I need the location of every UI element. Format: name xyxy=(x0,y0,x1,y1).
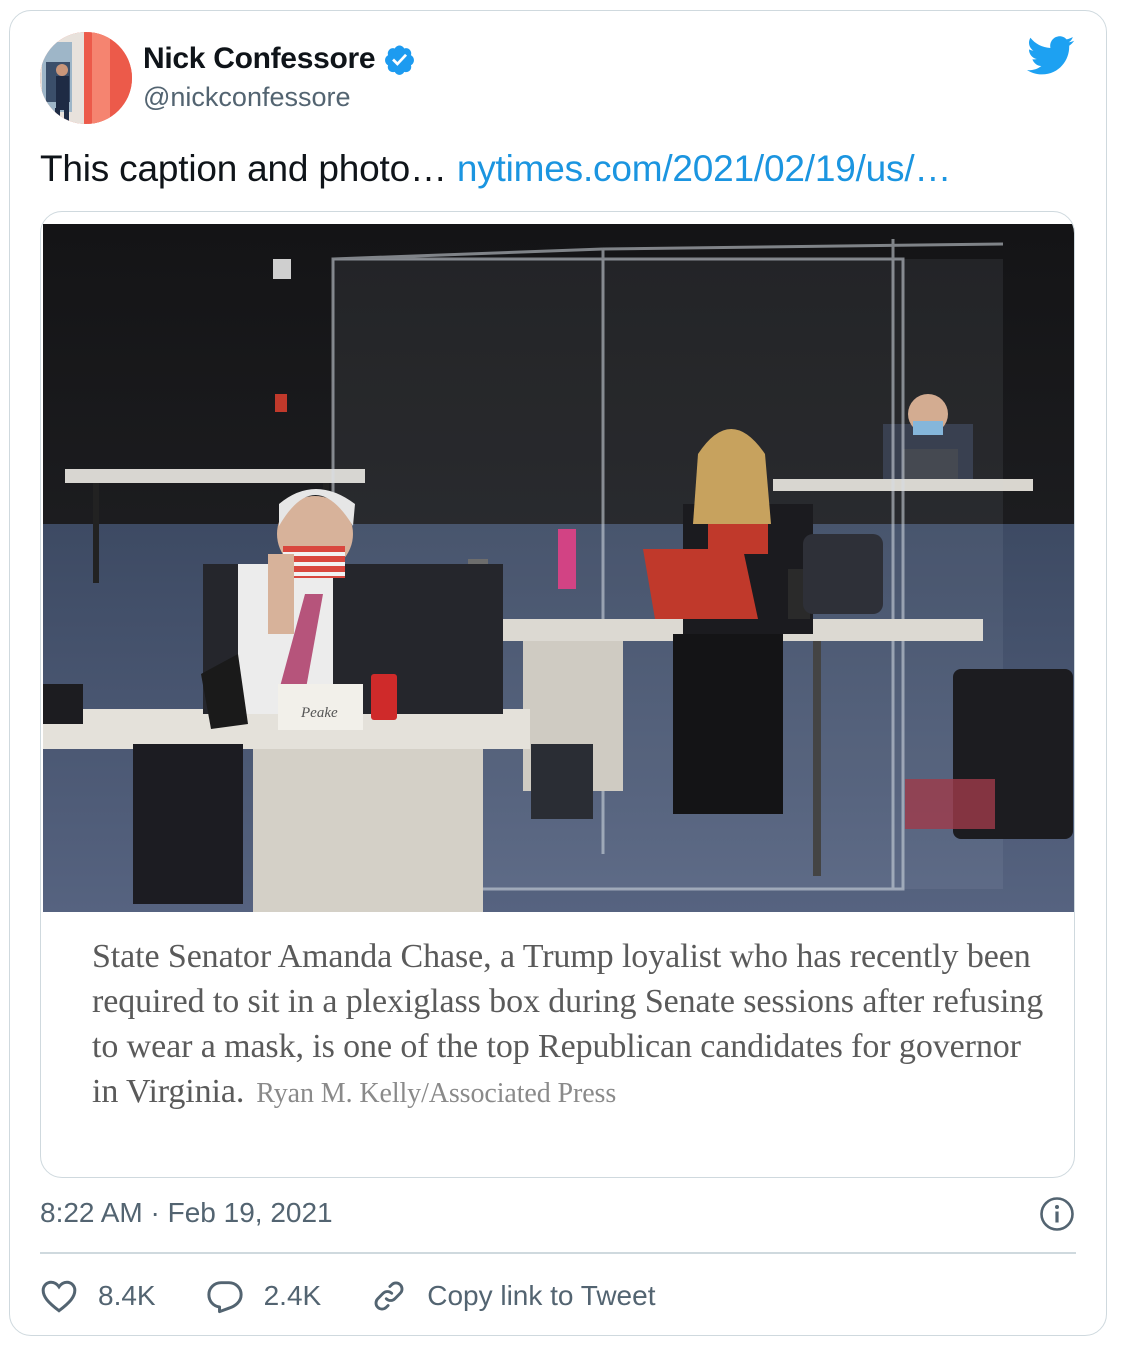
copy-link-button[interactable]: Copy link to Tweet xyxy=(371,1278,655,1314)
like-button[interactable]: 8.4K xyxy=(40,1278,156,1314)
avatar[interactable] xyxy=(40,32,132,124)
heart-icon xyxy=(40,1278,78,1314)
reply-icon xyxy=(206,1278,244,1314)
divider xyxy=(40,1252,1076,1254)
tweet-timestamp[interactable]: 8:22 AM · Feb 19, 2021 xyxy=(40,1197,333,1229)
photo-caption: State Senator Amanda Chase, a Trump loya… xyxy=(92,934,1052,1116)
action-bar: 8.4K 2.4K Copy link to Tweet xyxy=(40,1276,705,1316)
copy-link-label: Copy link to Tweet xyxy=(427,1280,656,1311)
name-card-text: Peake xyxy=(300,705,338,721)
link-icon xyxy=(371,1278,407,1314)
twitter-bird-icon[interactable] xyxy=(1027,36,1075,76)
media-card[interactable]: Peake State Senator Amanda Chase, a Trum… xyxy=(40,211,1075,1178)
tweet-text: This caption and photo… nytimes.com/2021… xyxy=(40,148,951,190)
author-handle[interactable]: @nickconfessore xyxy=(143,82,351,113)
tweet-link[interactable]: nytimes.com/2021/02/19/us/… xyxy=(457,148,952,189)
info-icon[interactable] xyxy=(1039,1196,1075,1232)
reply-count: 2.4K xyxy=(263,1280,322,1311)
author-name[interactable]: Nick Confessore xyxy=(143,42,376,76)
photo-credit: Ryan M. Kelly/Associated Press xyxy=(256,1078,617,1109)
like-count: 8.4K xyxy=(98,1280,156,1311)
senate-photo[interactable]: Peake xyxy=(43,224,1074,912)
reply-button[interactable]: 2.4K xyxy=(206,1278,322,1314)
verified-badge-icon xyxy=(383,43,416,76)
tweet-body: This caption and photo… xyxy=(40,148,447,189)
